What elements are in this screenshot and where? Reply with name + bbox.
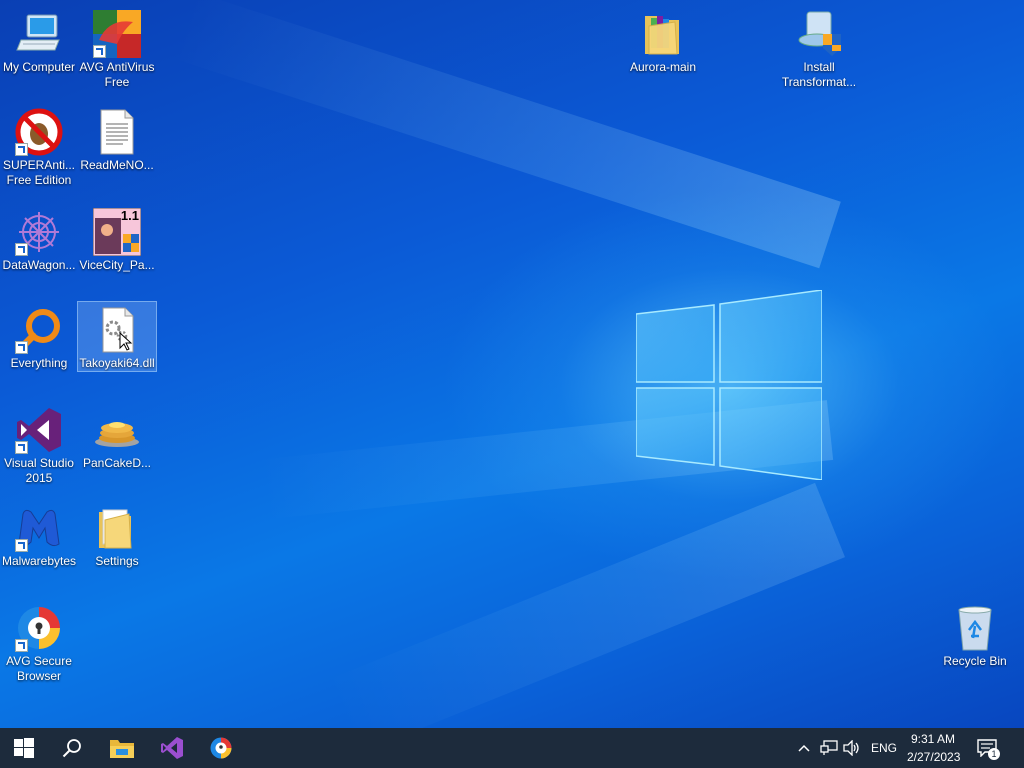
- wallpaper-beam: [172, 0, 841, 269]
- avg-browser-icon: [210, 737, 232, 759]
- start-button[interactable]: [0, 728, 48, 768]
- installer-icon: [795, 10, 843, 58]
- desktop-icon-label: Install Transformat...: [781, 60, 857, 89]
- taskbar-file-explorer[interactable]: [98, 728, 146, 768]
- search-button[interactable]: [48, 728, 96, 768]
- desktop-icon-vicecity-patch[interactable]: 1.1 ViceCity_Pa...: [78, 204, 156, 273]
- start-icon: [14, 738, 34, 758]
- show-hidden-icons-button[interactable]: [792, 728, 816, 768]
- desktop-icon-label: Aurora-main: [629, 60, 697, 74]
- clock-time[interactable]: 9:31 AM: [911, 732, 955, 746]
- desktop-icon-my-computer[interactable]: My Computer: [0, 6, 78, 75]
- malwarebytes-icon: [15, 504, 63, 552]
- desktop-icon-avg-secure-browser[interactable]: AVG Secure Browser: [0, 600, 78, 684]
- network-icon: [820, 740, 838, 755]
- desktop-icon-settings-folder[interactable]: Settings: [78, 500, 156, 569]
- desktop-icon-label: ViceCity_Pa...: [79, 258, 155, 272]
- notification-count-badge: 1: [988, 748, 1000, 760]
- shortcut-arrow-icon: [15, 441, 28, 454]
- avg-antivirus-icon: [93, 10, 141, 58]
- desktop-icon-takoyaki-dll[interactable]: Takoyaki64.dll: [77, 301, 157, 372]
- input-language-indicator[interactable]: ENG: [871, 741, 897, 755]
- desktop-icon-recycle-bin[interactable]: Recycle Bin: [936, 600, 1014, 669]
- taskbar: ENG 9:31 AM 2/27/2023 1: [0, 728, 1024, 768]
- speaker-icon: [843, 740, 859, 756]
- shortcut-arrow-icon: [15, 143, 28, 156]
- shortcut-arrow-icon: [15, 539, 28, 552]
- windows-logo-wallpaper: [636, 290, 822, 480]
- desktop-icon-label: Visual Studio 2015: [4, 456, 74, 485]
- taskbar-visual-studio[interactable]: [148, 728, 196, 768]
- everything-search-icon: [15, 306, 63, 354]
- desktop-icon-visual-studio[interactable]: Visual Studio 2015: [0, 402, 78, 486]
- visual-studio-icon: [161, 737, 183, 759]
- desktop-icon-datawagon[interactable]: DataWagon...: [0, 204, 78, 273]
- recycle-bin-icon: [951, 604, 999, 652]
- chevron-up-icon: [798, 744, 810, 752]
- desktop-icon-readme[interactable]: ReadMeNO...: [78, 104, 156, 173]
- desktop-icon-label: PanCakeD...: [82, 456, 152, 470]
- shortcut-arrow-icon: [93, 45, 106, 58]
- visual-studio-icon: [15, 406, 63, 454]
- desktop-icon-avg-antivirus[interactable]: AVG AntiVirus Free: [78, 6, 156, 90]
- desktop-icon-label: Settings: [95, 554, 139, 568]
- desktop-icon-label: DataWagon...: [2, 258, 76, 272]
- pancake-icon: [93, 406, 141, 454]
- taskbar-avg-browser[interactable]: [197, 728, 245, 768]
- vicecity-patch-icon: 1.1: [92, 207, 142, 257]
- text-document-icon: [93, 108, 141, 156]
- desktop-icon-label: AVG AntiVirus Free: [79, 60, 155, 89]
- search-icon: [62, 739, 81, 758]
- desktop-icon-install-transformat[interactable]: Install Transformat...: [780, 6, 858, 90]
- superantispyware-icon: [15, 108, 63, 156]
- desktop-icon-label: ReadMeNO...: [80, 158, 154, 172]
- desktop-icon-label: SUPERAnti... Free Edition: [2, 158, 76, 187]
- desktop-icon-label: Recycle Bin: [943, 654, 1007, 668]
- dll-file-icon: [93, 306, 141, 354]
- folder-icon: [93, 504, 141, 552]
- computer-icon: [15, 10, 63, 58]
- clock-date[interactable]: 2/27/2023: [907, 750, 960, 764]
- desktop-icon-label: Everything: [10, 356, 68, 370]
- desktop-icon-aurora-main[interactable]: Aurora-main: [624, 6, 702, 75]
- desktop-icon-my-computer[interactable]: SUPERAnti... Free Edition: [0, 104, 78, 188]
- shortcut-arrow-icon: [15, 639, 28, 652]
- folder-icon: [639, 10, 687, 58]
- file-explorer-icon: [110, 740, 134, 758]
- shortcut-arrow-icon: [15, 243, 28, 256]
- desktop-icon-label: My Computer: [2, 60, 76, 74]
- action-center-button[interactable]: 1: [972, 728, 1002, 768]
- shortcut-arrow-icon: [15, 341, 28, 354]
- avg-browser-icon: [15, 604, 63, 652]
- desktop-icon-everything[interactable]: Everything: [0, 302, 78, 371]
- desktop-icon-malwarebytes[interactable]: Malwarebytes: [0, 500, 78, 569]
- wallpaper-beam: [323, 482, 845, 728]
- desktop-icon-pancake[interactable]: PanCakeD...: [78, 402, 156, 471]
- desktop-icon-label: AVG Secure Browser: [6, 654, 72, 683]
- desktop-icon-label: Malwarebytes: [1, 554, 77, 568]
- version-badge: 1.1: [120, 208, 139, 223]
- datawagon-icon: [15, 208, 63, 256]
- network-button[interactable]: [816, 728, 842, 768]
- desktop-icon-label: Takoyaki64.dll: [79, 356, 155, 370]
- desktop[interactable]: My Computer SUPERAnti... Free Edition Da…: [0, 0, 1024, 728]
- mouse-cursor-icon: [119, 332, 133, 351]
- volume-button[interactable]: [840, 728, 864, 768]
